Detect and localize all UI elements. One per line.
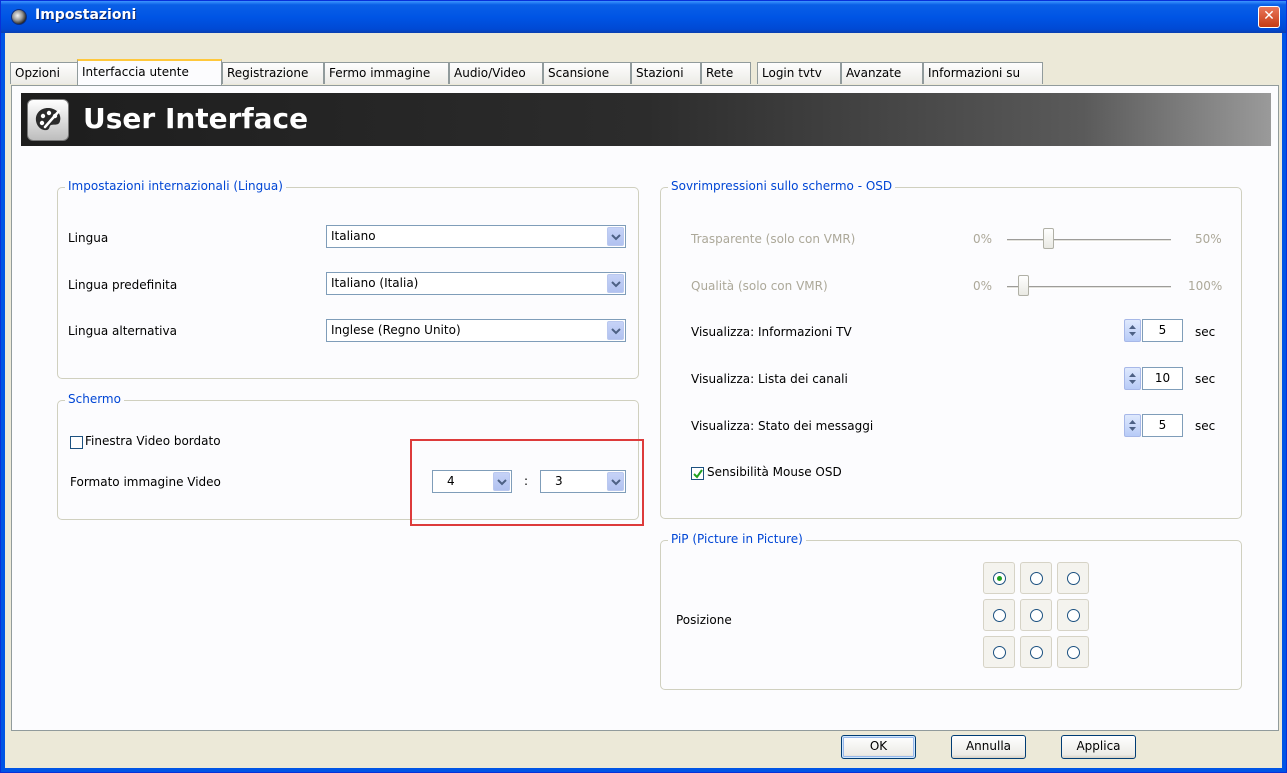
display-message-status-unit: sec	[1195, 419, 1216, 433]
tab-informazioni-su[interactable]: Informazioni su	[923, 62, 1043, 84]
display-channel-list-unit: sec	[1195, 372, 1216, 386]
tab-stazioni[interactable]: Stazioni	[631, 62, 701, 84]
window-border-bottom	[1, 768, 1286, 772]
alternative-language-select[interactable]: Inglese (Regno Unito)	[326, 319, 626, 342]
ok-button[interactable]: OK	[841, 735, 916, 759]
pip-radio[interactable]	[1030, 646, 1043, 659]
pip-group: PiP (Picture in Picture) Posizione	[660, 532, 1242, 690]
pip-cell-bottom-right[interactable]	[1057, 636, 1089, 668]
pip-cell-bottom-center[interactable]	[1020, 636, 1052, 668]
pip-cell-middle-right[interactable]	[1057, 599, 1089, 631]
language-label: Lingua	[68, 231, 109, 245]
quality-label: Qualità (solo con VMR)	[691, 279, 828, 293]
spin-updown-icon[interactable]	[1124, 414, 1141, 437]
cancel-button[interactable]: Annulla	[951, 735, 1026, 759]
chevron-down-icon[interactable]	[607, 274, 624, 293]
quality-slider-thumb	[1018, 275, 1030, 296]
transparency-label: Trasparente (solo con VMR)	[691, 232, 856, 246]
quality-min: 0%	[973, 279, 993, 293]
checkmark-icon	[693, 469, 703, 479]
quality-max: 100%	[1188, 279, 1223, 293]
pip-cell-center[interactable]	[1020, 599, 1052, 631]
highlight-box	[410, 439, 644, 526]
transparency-min: 0%	[973, 232, 993, 246]
pip-cell-top-center[interactable]	[1020, 562, 1052, 594]
pip-position-grid	[983, 562, 1093, 672]
display-message-status-label: Visualizza: Stato dei messaggi	[691, 419, 874, 433]
language-group: Impostazioni internazionali (Lingua) Lin…	[57, 179, 639, 379]
spin-updown-icon[interactable]	[1124, 319, 1141, 342]
screen-group-legend: Schermo	[65, 392, 124, 406]
transparency-slider-track	[1007, 239, 1171, 242]
pip-position-label: Posizione	[676, 613, 732, 627]
pip-radio[interactable]	[993, 646, 1006, 659]
tab-registrazione[interactable]: Registrazione	[222, 62, 324, 84]
tab-fermo-immagine[interactable]: Fermo immagine	[324, 62, 449, 84]
pip-cell-top-right[interactable]	[1057, 562, 1089, 594]
window-border-right	[1282, 33, 1286, 772]
pip-cell-middle-left[interactable]	[983, 599, 1015, 631]
tab-scansione[interactable]: Scansione	[543, 62, 631, 84]
header-banner: User Interface	[21, 93, 1271, 146]
pip-cell-top-left[interactable]	[983, 562, 1015, 594]
paint-palette-icon	[27, 99, 69, 141]
bordered-window-label: Finestra Video bordato	[85, 434, 221, 448]
pip-radio[interactable]	[1030, 572, 1043, 585]
close-button[interactable]: ✕	[1258, 6, 1280, 28]
language-select-value: Italiano	[331, 229, 376, 243]
language-select[interactable]: Italiano	[326, 225, 626, 248]
display-tv-info-label: Visualizza: Informazioni TV	[691, 325, 852, 339]
tab-rete[interactable]: Rete	[701, 62, 751, 84]
default-language-select-value: Italiano (Italia)	[331, 276, 419, 290]
display-channel-list-label: Visualizza: Lista dei canali	[691, 372, 848, 386]
bordered-window-checkbox[interactable]	[70, 436, 83, 449]
display-tv-info-seconds[interactable]: 5	[1142, 319, 1183, 342]
chevron-down-icon[interactable]	[607, 227, 624, 246]
pip-cell-bottom-left[interactable]	[983, 636, 1015, 668]
quality-slider-track	[1007, 286, 1171, 289]
mouse-sensitivity-checkbox[interactable]	[691, 467, 704, 480]
default-language-label: Lingua predefinita	[68, 278, 178, 292]
osd-group-legend: Sovrimpressioni sullo schermo - OSD	[668, 179, 896, 193]
alternative-language-select-value: Inglese (Regno Unito)	[331, 323, 461, 337]
tab-audio-video[interactable]: Audio/Video	[449, 62, 543, 84]
alternative-language-label: Lingua alternativa	[68, 324, 177, 338]
pip-radio[interactable]	[1030, 609, 1043, 622]
mouse-sensitivity-label: Sensibilità Mouse OSD	[707, 465, 842, 479]
pip-radio[interactable]	[1067, 646, 1080, 659]
app-icon	[11, 9, 27, 25]
default-language-select[interactable]: Italiano (Italia)	[326, 272, 626, 295]
tab-avanzate[interactable]: Avanzate	[841, 62, 923, 84]
banner-title: User Interface	[83, 102, 309, 135]
apply-button[interactable]: Applica	[1061, 735, 1136, 759]
language-group-legend: Impostazioni internazionali (Lingua)	[65, 179, 286, 193]
tab-panel: User Interface Impostazioni internaziona…	[11, 85, 1279, 731]
pip-radio[interactable]	[993, 609, 1006, 622]
settings-window: Impostazioni ✕ Opzioni Interfaccia utent…	[0, 0, 1287, 773]
tab-login-tvtv[interactable]: Login tvtv	[757, 62, 841, 84]
display-channel-list-seconds[interactable]: 10	[1142, 367, 1183, 390]
chevron-down-icon[interactable]	[607, 321, 624, 340]
spin-updown-icon[interactable]	[1124, 367, 1141, 390]
pip-radio[interactable]	[1067, 609, 1080, 622]
pip-radio[interactable]	[993, 572, 1006, 585]
title-bar[interactable]: Impostazioni ✕	[1, 1, 1286, 33]
tab-opzioni[interactable]: Opzioni	[10, 62, 78, 84]
aspect-ratio-label: Formato immagine Video	[70, 475, 221, 489]
tab-interfaccia-utente[interactable]: Interfaccia utente	[77, 59, 222, 85]
transparency-max: 50%	[1195, 232, 1222, 246]
pip-radio[interactable]	[1067, 572, 1080, 585]
display-message-status-seconds[interactable]: 5	[1142, 414, 1183, 437]
window-border-left	[1, 33, 5, 772]
display-tv-info-unit: sec	[1195, 325, 1216, 339]
transparency-slider-thumb	[1043, 228, 1054, 249]
window-title: Impostazioni	[35, 7, 137, 23]
pip-group-legend: PiP (Picture in Picture)	[668, 532, 806, 546]
osd-group: Sovrimpressioni sullo schermo - OSD Tras…	[660, 179, 1242, 519]
